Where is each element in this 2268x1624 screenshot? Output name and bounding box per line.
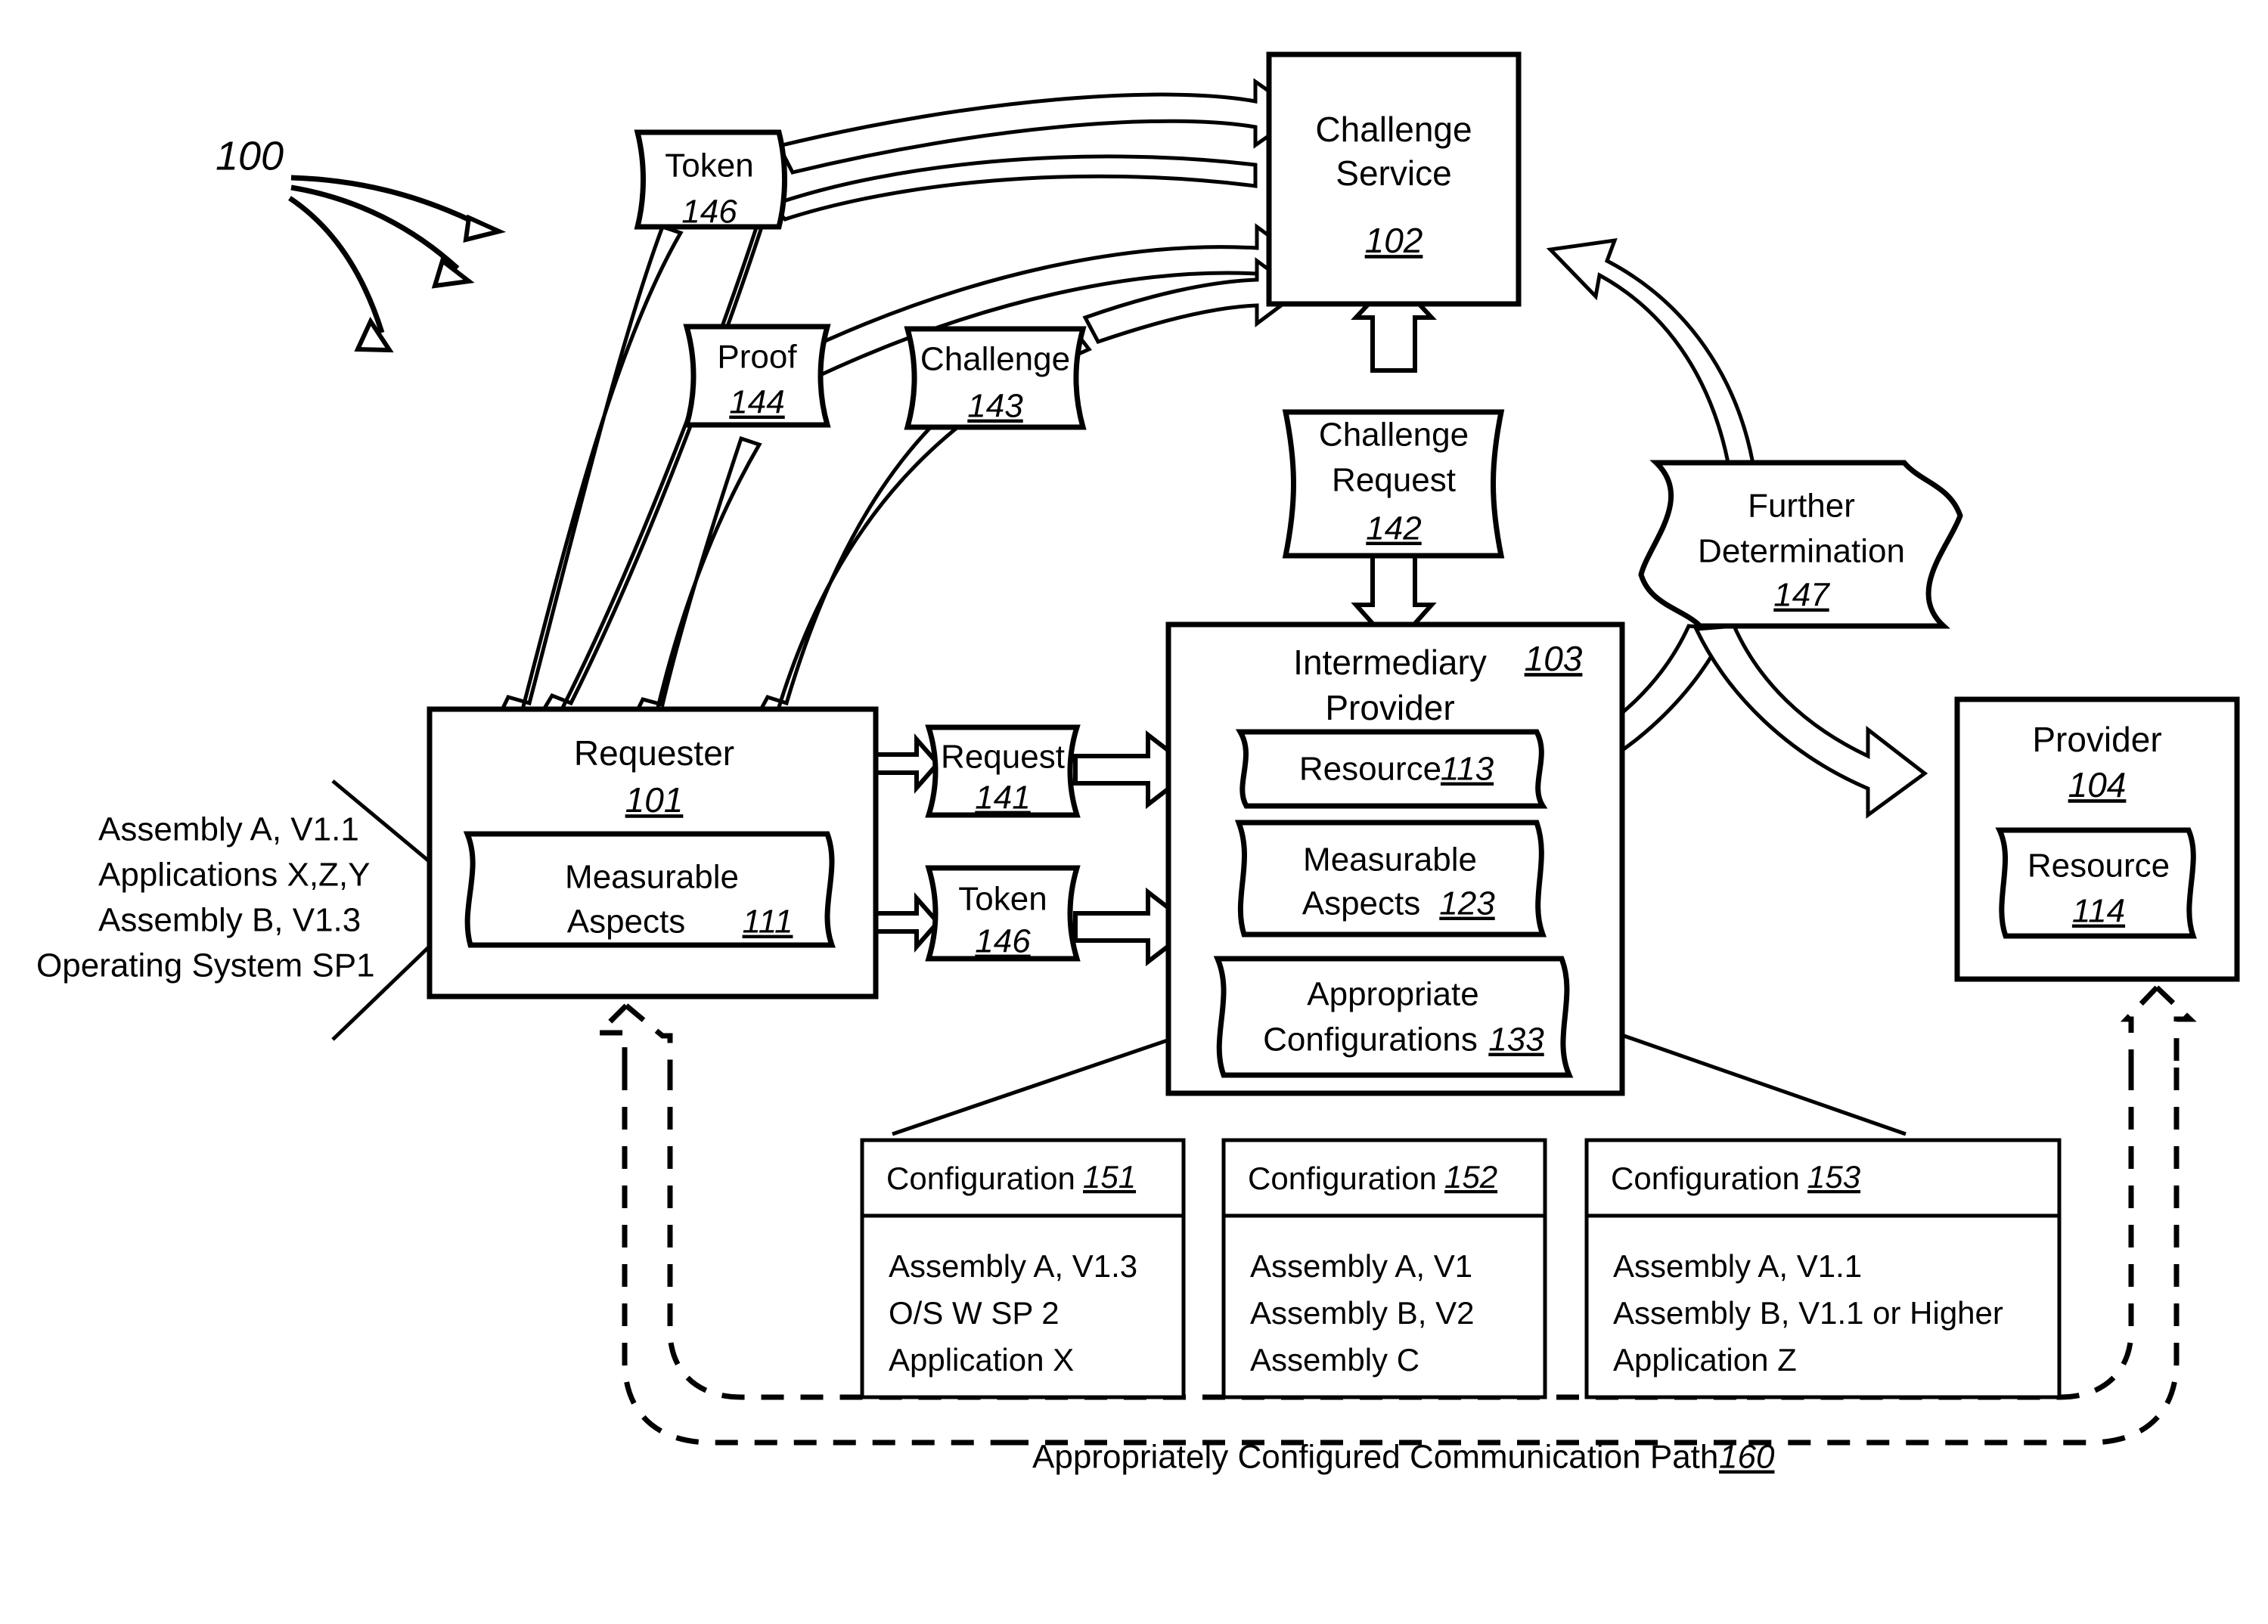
configuration-151-line-1: O/S W SP 2 <box>889 1295 1060 1331</box>
message-token-top[interactable]: Token 146 <box>634 129 787 231</box>
requester-aspect-line-0: Assembly A, V1.1 <box>98 811 359 848</box>
intermediary-provider-title-line1: Intermediary <box>1293 643 1487 682</box>
token-mid-ref-num: 146 <box>975 923 1031 960</box>
requester-title: Requester <box>574 733 734 773</box>
node-measurable-aspects-123[interactable]: Measurable Aspects 123 <box>1234 820 1547 938</box>
challenge-service-title-line2: Service <box>1336 153 1451 193</box>
provider-ref-num: 104 <box>2068 765 2127 804</box>
node-measurable-aspects-111[interactable]: Measurable Aspects 111 <box>463 831 836 948</box>
resource-113-label: Resource <box>1299 751 1441 788</box>
resource-114-label: Resource <box>2028 848 2170 885</box>
proof-label: Proof <box>717 339 797 376</box>
further-determination-line1: Further <box>1748 488 1855 525</box>
configuration-151-ref-num: 151 <box>1083 1159 1136 1195</box>
configuration-153-header: Configuration <box>1611 1161 1800 1196</box>
configuration-152-line-0: Assembly A, V1 <box>1250 1248 1472 1284</box>
configuration-152-header: Configuration <box>1248 1161 1437 1196</box>
provider-title: Provider <box>2032 720 2161 759</box>
requester-aspect-line-3: Operating System SP1 <box>36 947 375 984</box>
node-challenge-service[interactable]: Challenge Service 102 <box>1266 51 1522 307</box>
configuration-151-line-0: Assembly A, V1.3 <box>889 1248 1137 1284</box>
figure-ref-number: 100 <box>216 133 284 178</box>
configuration-151-header: Configuration <box>886 1161 1075 1196</box>
challenge-service-title-line1: Challenge <box>1315 110 1472 149</box>
challenge-ref-num: 143 <box>967 388 1023 425</box>
measurable-aspects-123-ref-num: 123 <box>1439 885 1495 922</box>
requester-ref-num: 101 <box>625 780 684 820</box>
configuration-153-line-2: Application Z <box>1613 1342 1797 1378</box>
requester-aspect-line-1: Applications X,Z,Y <box>98 857 371 894</box>
intermediary-provider-title-line2: Provider <box>1325 688 1454 727</box>
message-request[interactable]: Request 141 <box>925 724 1081 818</box>
challenge-request-line2: Request <box>1332 462 1456 499</box>
configuration-152-line-2: Assembly C <box>1250 1342 1419 1378</box>
measurable-aspects-111-line2: Aspects <box>567 903 686 941</box>
token-top-ref-num: 146 <box>681 194 737 231</box>
proof-ref-num: 144 <box>729 384 784 421</box>
measurable-aspects-111-ref-num: 111 <box>743 903 793 941</box>
node-resource-113[interactable]: Resource 113 <box>1235 729 1548 809</box>
measurable-aspects-111-line1: Measurable <box>565 859 739 896</box>
request-ref-num: 141 <box>975 779 1030 817</box>
challenge-request-ref-num: 142 <box>1366 510 1421 547</box>
node-provider[interactable]: Provider 104 Resource 114 <box>1954 696 2240 982</box>
further-determination-line2: Determination <box>1698 533 1905 570</box>
node-intermediary-provider[interactable]: Intermediary 103 Provider Resource 113 M… <box>1165 621 1625 1096</box>
communication-path-label: Appropriately Configured Communication P… <box>1032 1439 1775 1476</box>
configuration-box-153[interactable]: Configuration 153 Assembly A, V1.1 Assem… <box>1584 1138 2062 1399</box>
challenge-label: Challenge <box>920 341 1070 378</box>
boxes-layer: Challenge Service 102 Token 146 Proof 14… <box>36 51 2240 1476</box>
measurable-aspects-123-line1: Measurable <box>1303 841 1477 879</box>
token-mid-label: Token <box>958 881 1047 918</box>
requester-aspects-text: Assembly A, V1.1 Applications X,Z,Y Asse… <box>36 811 375 984</box>
message-challenge-request[interactable]: Challenge Request 142 <box>1282 409 1505 559</box>
configuration-151-line-2: Application X <box>889 1342 1074 1378</box>
intermediary-provider-ref-num: 103 <box>1525 639 1583 678</box>
figure-ref-100: 100 <box>216 133 284 178</box>
communication-path-text: Appropriately Configured Communication P… <box>1032 1439 1718 1476</box>
token-top-label: Token <box>665 147 753 184</box>
resource-113-ref-num: 113 <box>1441 751 1494 788</box>
node-appropriate-configurations-133[interactable]: Appropriate Configurations 133 <box>1213 956 1574 1078</box>
challenge-service-ref-num: 102 <box>1365 221 1423 260</box>
configuration-153-line-1: Assembly B, V1.1 or Higher <box>1613 1295 2003 1331</box>
node-requester[interactable]: Requester 101 Measurable Aspects 111 <box>427 706 879 1000</box>
configuration-box-151[interactable]: Configuration 151 Assembly A, V1.3 O/S W… <box>860 1138 1186 1399</box>
patent-figure-canvas: Challenge Service 102 Token 146 Proof 14… <box>0 0 2268 1624</box>
configuration-153-line-0: Assembly A, V1.1 <box>1613 1248 1862 1284</box>
challenge-request-line1: Challenge <box>1319 417 1469 454</box>
communication-path-ref-num: 160 <box>1719 1439 1775 1476</box>
appropriate-configurations-line1: Appropriate <box>1307 976 1478 1013</box>
message-challenge[interactable]: Challenge 143 <box>904 326 1087 430</box>
message-token-mid[interactable]: Token 146 <box>925 865 1081 962</box>
requester-aspect-line-2: Assembly B, V1.3 <box>98 902 361 939</box>
message-proof[interactable]: Proof 144 <box>683 324 831 428</box>
configuration-box-152[interactable]: Configuration 152 Assembly A, V1 Assembl… <box>1221 1138 1547 1399</box>
node-resource-114[interactable]: Resource 114 <box>1995 827 2197 939</box>
further-determination-ref-num: 147 <box>1773 577 1830 614</box>
request-label: Request <box>941 739 1065 776</box>
appropriate-configurations-line2: Configurations <box>1263 1021 1478 1058</box>
message-further-determination[interactable]: Further Determination 147 <box>1638 460 1963 629</box>
measurable-aspects-123-line2: Aspects <box>1302 885 1421 922</box>
configuration-152-ref-num: 152 <box>1444 1159 1497 1195</box>
resource-114-ref-num: 114 <box>2072 893 2125 930</box>
appropriate-configurations-ref-num: 133 <box>1488 1021 1544 1058</box>
configuration-152-line-1: Assembly B, V2 <box>1250 1295 1474 1331</box>
configuration-153-ref-num: 153 <box>1807 1159 1860 1195</box>
